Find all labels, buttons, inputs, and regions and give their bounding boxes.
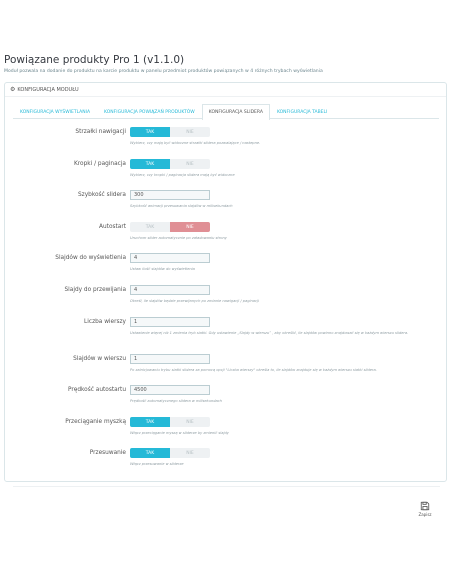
dots-switch: TAK NIE <box>130 159 210 169</box>
tab-slider-config[interactable]: KONFIGURACJA SLIDERA <box>201 104 270 120</box>
drag-switch: TAK NIE <box>130 417 210 427</box>
help-text: Szybkość animacji przesuwania slajdów w … <box>130 204 233 208</box>
field-label: Liczba wierszy <box>84 319 126 325</box>
panel-heading-text: KONFIGURACJA MODUŁU <box>17 86 79 93</box>
help-text: Wybierz, czy mają być widoczne strzałki … <box>130 141 261 145</box>
switch-yes[interactable]: TAK <box>130 159 170 169</box>
field-label: Przesuwanie <box>89 450 126 456</box>
page-description: Moduł pozwala na dodanie do produktu na … <box>4 69 323 74</box>
field-label: Prędkość autostartu <box>68 387 126 393</box>
save-button[interactable]: Zapisz <box>416 498 434 520</box>
switch-no[interactable]: NIE <box>170 417 210 427</box>
page-title: Powiązane produkty Pro 1 (v1.1.0) <box>4 54 185 66</box>
field-label: Szybkość slidera <box>77 192 126 198</box>
slides-per-row-input[interactable]: 1 <box>130 354 210 364</box>
save-label: Zapisz <box>418 512 432 517</box>
speed-input[interactable]: 300 <box>130 190 210 200</box>
autoplay-speed-input[interactable]: 4500 <box>130 385 210 395</box>
switch-yes[interactable]: TAK <box>130 448 170 458</box>
field-label: Slajdy do przewijania <box>64 287 127 293</box>
switch-yes[interactable]: TAK <box>130 127 170 137</box>
field-label: Slajdów w wierszu <box>73 356 126 362</box>
help-text: Określ, ile slajdów będzie przewijanych … <box>130 299 259 303</box>
tab-product-links-config[interactable]: KONFIGURACJA POWIĄZAŃ PRODUKTÓW <box>97 104 202 119</box>
rows-input[interactable]: 1 <box>130 317 210 327</box>
help-text: Prędkość automatycznego slidera w milise… <box>130 399 222 403</box>
panel-heading: ⚙ KONFIGURACJA MODUŁU <box>5 83 446 97</box>
switch-no[interactable]: NIE <box>170 159 210 169</box>
config-panel: ⚙ KONFIGURACJA MODUŁU KONFIGURACJA WYŚWI… <box>4 82 447 517</box>
help-text: Ustaw ilość slajdów do wyświetlenia <box>130 267 195 271</box>
save-icon <box>420 501 430 511</box>
switch-no[interactable]: NIE <box>170 448 210 458</box>
switch-no[interactable]: NIE <box>170 127 210 137</box>
tab-table-config[interactable]: KONFIGURACJA TABELI <box>270 104 334 119</box>
swipe-switch: TAK NIE <box>130 448 210 458</box>
tab-bar: KONFIGURACJA WYŚWIETLANIA KONFIGURACJA P… <box>13 104 439 120</box>
help-text: Uruchom slider automatycznie po załadowa… <box>130 236 227 240</box>
switch-yes[interactable]: TAK <box>130 222 170 232</box>
switch-no[interactable]: NIE <box>170 222 210 232</box>
field-label: Slajdów do wyświetlenia <box>55 255 126 261</box>
help-text: Po zainicjowaniu trybu siatki slidera za… <box>130 368 377 372</box>
help-text: Ustawienie więcej niż 1 zmienia tryb sia… <box>130 331 409 335</box>
autostart-switch: TAK NIE <box>130 222 210 232</box>
help-text: Włącz przeciąganie myszą w sliderze by z… <box>130 431 229 435</box>
tab-display-config[interactable]: KONFIGURACJA WYŚWIETLANIA <box>13 104 97 119</box>
panel-footer-divider <box>13 486 440 487</box>
help-text: Włącz przesuwanie w sliderze <box>130 462 184 466</box>
arrows-switch: TAK NIE <box>130 127 210 137</box>
switch-yes[interactable]: TAK <box>130 417 170 427</box>
field-label: Przeciąganie myszką <box>65 419 126 425</box>
slides-show-input[interactable]: 4 <box>130 253 210 263</box>
gear-icon: ⚙ <box>10 86 16 93</box>
help-text: Wybierz, czy kropki / paginacja slidera … <box>130 173 235 177</box>
field-label: Strzałki nawigacji <box>75 129 126 135</box>
slides-scroll-input[interactable]: 4 <box>130 285 210 295</box>
field-label: Kropki / paginacja <box>74 161 126 167</box>
field-label: Autostart <box>99 224 126 230</box>
